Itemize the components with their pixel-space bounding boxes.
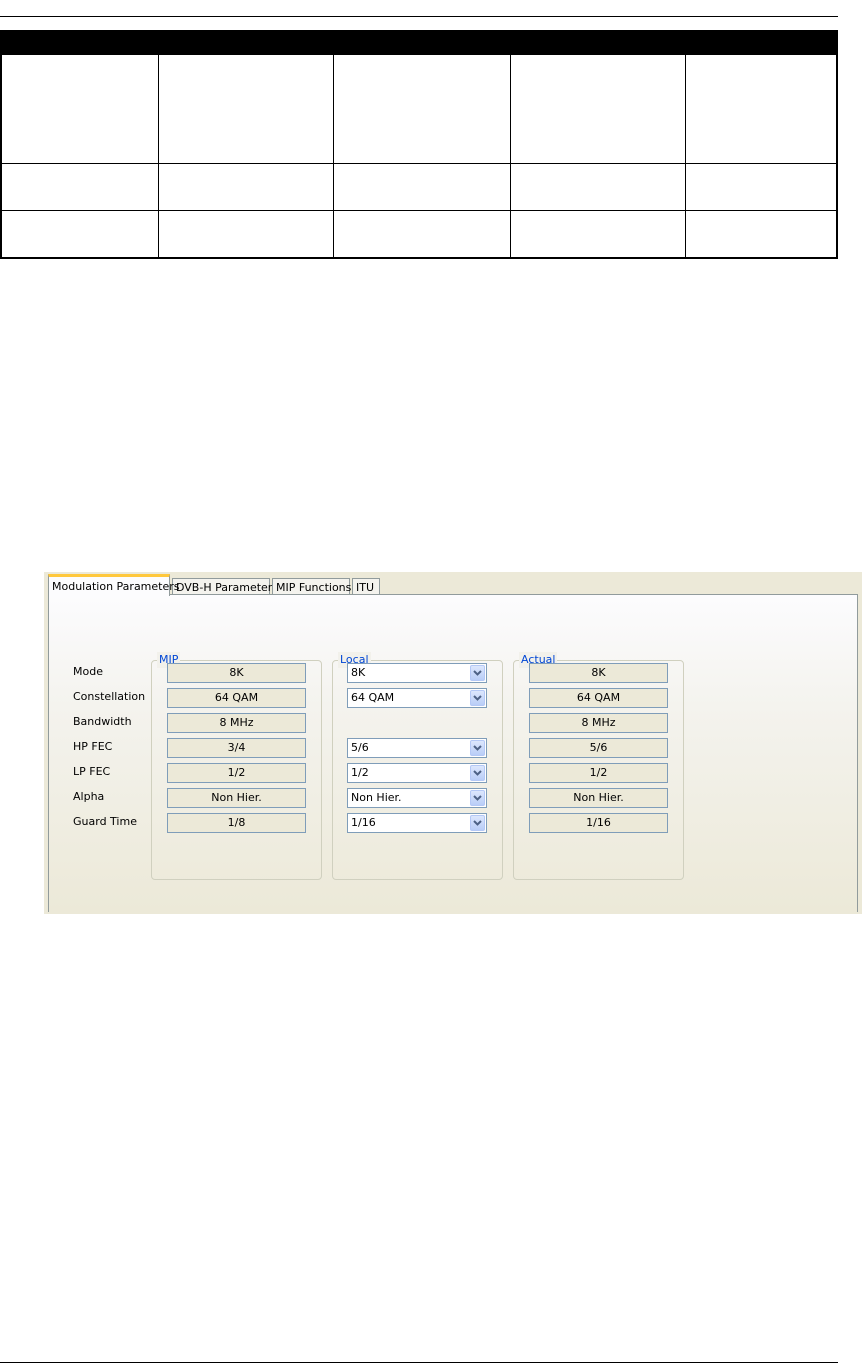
local-constellation-select[interactable]: 64 QAM — [347, 688, 487, 708]
table-cell — [0, 54, 159, 164]
tab-modulation-parameters[interactable]: Modulation Parameters — [48, 574, 180, 596]
mip-constellation-field: 64 QAM — [167, 688, 306, 708]
local-hp-fec-select[interactable]: 5/6 — [347, 738, 487, 758]
actual-hp-fec-field: 5/6 — [529, 738, 668, 758]
local-mode-select[interactable]: 8K — [347, 663, 487, 683]
tab-label: ITU — [356, 581, 375, 594]
tab-mip-functions[interactable]: MIP Functions — [272, 578, 352, 595]
local-hp-fec-value: 5/6 — [351, 741, 369, 754]
table-header-cell — [332, 30, 511, 55]
local-guard-time-select[interactable]: 1/16 — [347, 813, 487, 833]
table-cell — [684, 163, 838, 211]
actual-guard-time-field: 1/16 — [529, 813, 668, 833]
hp-fec-label: HP FEC — [73, 740, 113, 753]
chevron-down-icon[interactable] — [470, 765, 485, 781]
table-row — [0, 210, 838, 259]
table-cell — [509, 210, 686, 259]
actual-alpha-field: Non Hier. — [529, 788, 668, 808]
actual-constellation-field: 64 QAM — [529, 688, 668, 708]
table-cell — [157, 54, 334, 164]
constellation-label: Constellation — [73, 690, 146, 703]
mip-bandwidth-field: 8 MHz — [167, 713, 306, 733]
actual-mode-field: 8K — [529, 663, 668, 683]
table-row — [0, 54, 838, 164]
mip-mode-field: 8K — [167, 663, 306, 683]
local-constellation-value: 64 QAM — [351, 691, 395, 704]
table-cell — [684, 210, 838, 259]
table-cell — [509, 54, 686, 164]
mode-label: Mode — [73, 665, 103, 678]
table-header-row — [0, 30, 838, 55]
table-cell — [332, 210, 511, 259]
tab-dvb-h-parameters[interactable]: DVB-H Parameters — [172, 578, 278, 595]
local-alpha-select[interactable]: Non Hier. — [347, 788, 487, 808]
chevron-down-icon[interactable] — [470, 790, 485, 806]
chevron-down-icon[interactable] — [470, 665, 485, 681]
table-cell — [0, 163, 159, 211]
table-header-cell — [509, 30, 686, 55]
chevron-down-icon[interactable] — [470, 690, 485, 706]
lp-fec-label: LP FEC — [73, 765, 111, 778]
local-mode-value: 8K — [351, 666, 366, 679]
table-cell — [509, 163, 686, 211]
modulation-settings-panel: Modulation Parameters DVB-H Parameters M… — [44, 572, 862, 914]
local-lp-fec-value: 1/2 — [351, 766, 369, 779]
actual-lp-fec-field: 1/2 — [529, 763, 668, 783]
mip-hp-fec-field: 3/4 — [167, 738, 306, 758]
chevron-down-icon[interactable] — [470, 815, 485, 831]
table-cell — [684, 54, 838, 164]
table-header-cell — [0, 30, 159, 55]
table-cell — [157, 210, 334, 259]
table-cell — [332, 163, 511, 211]
alpha-label: Alpha — [73, 790, 105, 803]
bandwidth-label: Bandwidth — [73, 715, 132, 728]
local-alpha-value: Non Hier. — [351, 791, 402, 804]
table-cell — [332, 54, 511, 164]
local-lp-fec-select[interactable]: 1/2 — [347, 763, 487, 783]
document-table — [0, 30, 838, 259]
local-guard-time-value: 1/16 — [351, 816, 376, 829]
tab-label: DVB-H Parameters — [176, 581, 279, 594]
actual-bandwidth-field: 8 MHz — [529, 713, 668, 733]
tab-itu[interactable]: ITU — [352, 578, 380, 595]
table-row — [0, 163, 838, 211]
tab-label: MIP Functions — [276, 581, 352, 594]
guard-time-label: Guard Time — [73, 815, 137, 828]
chevron-down-icon[interactable] — [470, 740, 485, 756]
header-rule — [0, 16, 838, 17]
tab-label: Modulation Parameters — [52, 580, 180, 593]
table-cell — [157, 163, 334, 211]
mip-guard-time-field: 1/8 — [167, 813, 306, 833]
table-header-cell — [684, 30, 838, 55]
footer-rule — [0, 1362, 838, 1363]
tab-content: MIP Local Actual Mode Constellation Band… — [48, 594, 858, 912]
table-header-cell — [157, 30, 334, 55]
mip-lp-fec-field: 1/2 — [167, 763, 306, 783]
mip-alpha-field: Non Hier. — [167, 788, 306, 808]
table-cell — [0, 210, 159, 259]
